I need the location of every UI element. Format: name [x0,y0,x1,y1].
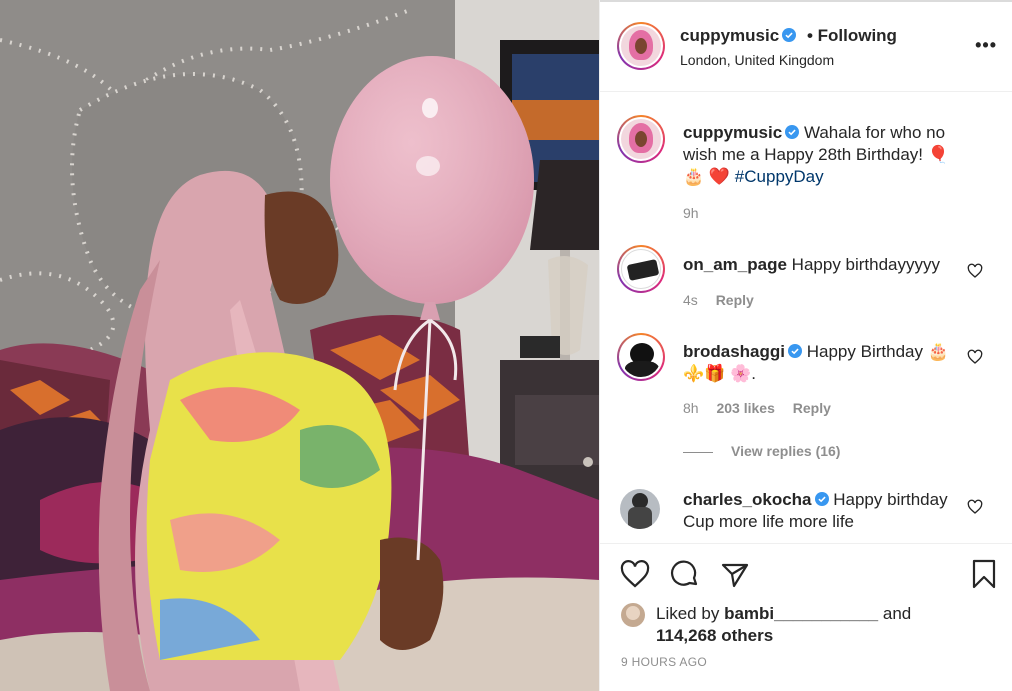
comment-username[interactable]: brodashaggi [683,342,785,361]
caption-text-block: cuppymusic Wahala for who no wish me a H… [683,122,963,188]
caption-meta: 9h [683,205,713,221]
comment-text-block: on_am_page Happy birthdayyyyy [683,254,963,276]
liked-by-and: and [882,604,912,623]
more-options-icon[interactable]: ••• [975,36,997,54]
comment-like-icon[interactable] [967,263,983,279]
caption-hashtag[interactable]: #CuppyDay [735,167,824,186]
comment-username[interactable]: on_am_page [683,255,787,274]
reply-button[interactable]: Reply [716,292,754,308]
view-replies-button[interactable]: View replies (16) [683,443,840,459]
post-details-panel: cuppymusic • Following London, United Ki… [599,0,1012,691]
comment-like-icon[interactable] [967,349,983,365]
bookmark-icon[interactable] [968,558,1000,590]
verified-badge-icon [814,492,829,506]
post-location[interactable]: London, United Kingdom [680,52,834,68]
comment-icon[interactable] [669,558,701,590]
comments-section[interactable]: cuppymusic Wahala for who no wish me a H… [600,93,1012,543]
post-timestamp[interactable]: 9 HOURS AGO [621,655,707,669]
comment-time[interactable]: 4s [683,292,698,308]
heart-icon[interactable] [619,558,651,590]
caption-avatar[interactable] [617,115,665,163]
comment-avatar[interactable] [620,489,660,529]
author-username[interactable]: cuppymusic [680,26,779,45]
caption-time[interactable]: 9h [683,205,699,221]
comment-time[interactable]: 8h [683,400,699,416]
comment-text: Happy birthdayyyyy [791,255,941,274]
likes-count[interactable]: 114,268 others [656,626,773,645]
comment-text-block: charles_okocha Happy birthday Cup more l… [683,489,963,533]
post-header: cuppymusic • Following London, United Ki… [600,0,1012,92]
verified-badge-icon [788,344,803,358]
comment-meta: 8h 203 likes Reply [683,400,845,416]
liked-by-prefix: Liked by [656,604,720,623]
share-icon[interactable] [719,558,751,590]
comment-likes[interactable]: 203 likes [716,400,774,416]
verified-badge-icon [782,28,797,42]
birthday-photo [0,0,599,691]
replies-divider [683,451,713,453]
comment-avatar[interactable] [617,333,665,381]
reply-button[interactable]: Reply [793,400,831,416]
liked-by-text: Liked by bambi___________ and 114,268 ot… [656,603,911,647]
comment-text-block: brodashaggi Happy Birthday 🎂⚜️🎁 🌸. [683,341,963,385]
liked-by-user[interactable]: bambi___________ [724,604,878,623]
post-photo[interactable] [0,0,599,691]
post-actions: Liked by bambi___________ and 114,268 ot… [600,543,1012,691]
header-separator: • [806,26,813,45]
comment-meta: 4s Reply [683,292,768,308]
view-replies-label[interactable]: View replies (16) [731,443,840,459]
verified-badge-icon [785,125,800,139]
comment-avatar[interactable] [617,245,665,293]
liker-avatar[interactable] [621,603,645,627]
comment-like-icon[interactable] [967,499,983,515]
author-line: cuppymusic • Following [680,26,897,46]
following-button[interactable]: Following [818,26,897,45]
author-avatar[interactable] [617,22,665,70]
caption-username[interactable]: cuppymusic [683,123,782,142]
comment-username[interactable]: charles_okocha [683,490,812,509]
